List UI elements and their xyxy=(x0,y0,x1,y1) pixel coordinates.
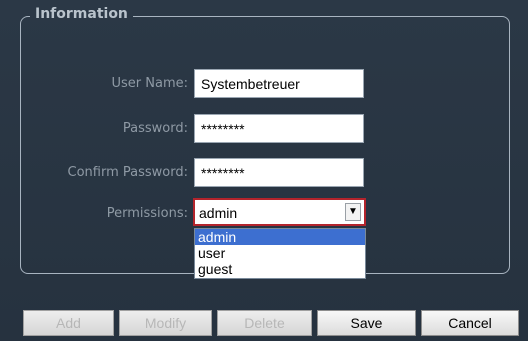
chevron-down-icon[interactable]: ▼ xyxy=(345,203,361,221)
permissions-option-user[interactable]: user xyxy=(195,245,365,261)
cancel-button[interactable]: Cancel xyxy=(421,310,519,336)
permissions-select[interactable]: admin ▼ xyxy=(193,198,366,226)
permissions-option-guest[interactable]: guest xyxy=(195,261,365,277)
permissions-selected-value: admin xyxy=(199,205,238,221)
modify-button[interactable]: Modify xyxy=(119,310,212,336)
save-button[interactable]: Save xyxy=(317,310,416,336)
confirm-password-input[interactable]: ******** xyxy=(194,158,364,187)
password-input[interactable]: ******** xyxy=(194,114,364,143)
information-panel: Information User Name: Systembetreuer Pa… xyxy=(0,0,528,341)
permissions-option-admin[interactable]: admin xyxy=(195,229,365,245)
user-name-label: User Name: xyxy=(111,76,189,91)
password-label: Password: xyxy=(122,121,188,136)
add-button[interactable]: Add xyxy=(23,310,114,336)
permissions-label: Permissions: xyxy=(106,206,188,221)
delete-button[interactable]: Delete xyxy=(217,310,312,336)
confirm-password-label: Confirm Password: xyxy=(67,165,188,180)
user-name-input[interactable]: Systembetreuer xyxy=(194,69,364,98)
permissions-dropdown: admin user guest xyxy=(194,228,366,279)
fieldset-legend: Information xyxy=(30,6,133,22)
